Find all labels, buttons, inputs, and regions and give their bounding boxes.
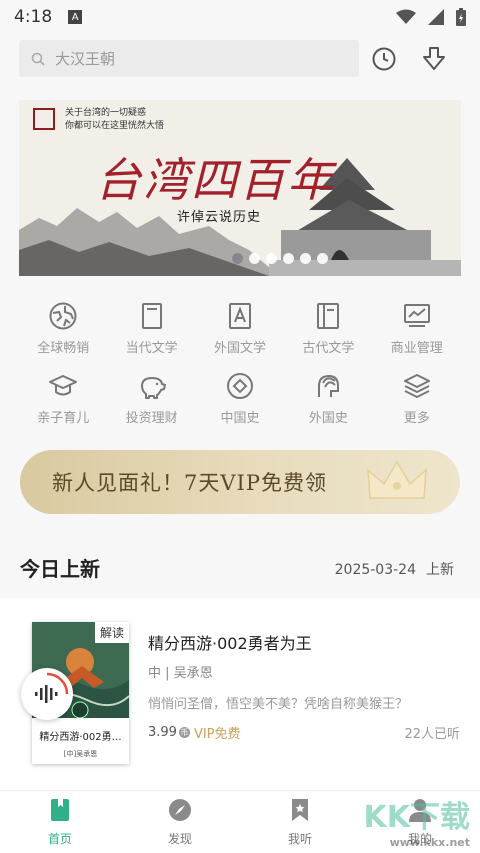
nav-item[interactable]: 我听 [240, 791, 360, 853]
book-author: 中 | 吴承恩 [148, 666, 213, 681]
battery-icon [456, 8, 466, 26]
category-label: 亲子育儿 [37, 411, 90, 426]
watermark-text: KK下载 [363, 800, 471, 835]
cover-title: 精分西游·002勇… [39, 732, 122, 743]
bookmark-icon [289, 798, 311, 826]
banner-dot[interactable] [249, 253, 260, 264]
category-label: 更多 [403, 411, 430, 426]
coin-icon: 币 [178, 727, 190, 738]
layers-icon [401, 370, 433, 402]
watermark: KK下载 www.kkx.net [364, 792, 471, 849]
signal-icon [428, 9, 444, 25]
letter-a-book-icon [224, 300, 256, 332]
status-bar: 4:18 A [0, 0, 480, 34]
section-title: 今日上新 [20, 557, 100, 581]
history-button[interactable] [369, 44, 399, 74]
category-label: 商业管理 [390, 341, 443, 356]
listen-count: 22人已听 [404, 727, 460, 742]
category-label: 外国史 [308, 411, 348, 426]
banner-tagline-1: 关于台湾的一切疑惑 [65, 108, 147, 118]
banner-dot[interactable] [266, 253, 277, 264]
category-item[interactable]: 投资理财 [107, 370, 195, 426]
globe-icon [47, 300, 79, 332]
category-item[interactable]: 商业管理 [373, 300, 461, 356]
banner-title: 台湾四百年 [95, 153, 335, 207]
floating-player-button[interactable] [21, 668, 73, 720]
banner-tagline-2: 你都可以在这里恍然大悟 [65, 121, 165, 131]
vip-free-label: VIP免费 [193, 727, 241, 742]
nav-label: 我听 [287, 831, 312, 846]
category-label: 古代文学 [302, 341, 355, 356]
category-item[interactable]: 亲子育儿 [19, 370, 107, 426]
category-item[interactable]: 古代文学 [284, 300, 372, 356]
search-input[interactable]: 大汉王朝 [19, 40, 359, 77]
cover-tag: 解读 [94, 622, 129, 643]
category-item[interactable]: 外国史 [284, 370, 372, 426]
cover-author: [中]吴承恩 [63, 750, 98, 758]
category-label: 当代文学 [125, 341, 178, 356]
download-icon [423, 47, 445, 70]
section-date-suffix: 上新 [426, 562, 454, 578]
nav-item[interactable]: 发现 [120, 791, 240, 853]
chart-monitor-icon [401, 300, 433, 332]
section-date: 2025-03-24 上新 [335, 559, 454, 579]
book-title[interactable]: 精分西游·002勇者为王 [148, 630, 312, 654]
clock-icon [372, 47, 396, 71]
promo-banner[interactable]: 关于台湾的一切疑惑 你都可以在这里恍然大悟 台湾四百年 许倬云说历史 [19, 100, 461, 276]
crown-icon [367, 460, 427, 499]
banner-dot[interactable] [300, 253, 311, 264]
banner-pagination [19, 253, 461, 264]
category-item[interactable]: 全球畅销 [19, 300, 107, 356]
wifi-icon [396, 9, 416, 24]
book-description: 悄悄问圣僧，悟空美不美？凭啥自称美猴王？ [148, 697, 409, 712]
category-item[interactable]: 当代文学 [107, 300, 195, 356]
book-icon [136, 300, 168, 332]
spartan-helmet-icon [312, 370, 344, 402]
search-placeholder: 大汉王朝 [55, 50, 116, 68]
category-label: 外国文学 [213, 341, 266, 356]
scroll-book-icon [312, 300, 344, 332]
category-item[interactable]: 外国文学 [196, 300, 284, 356]
category-grid: 全球畅销 当代文学 外国文学 古代文学 商业管理 亲子育儿 投资理财 中国史 外… [19, 300, 461, 426]
nav-label: 首页 [47, 831, 72, 846]
book-price: 3.99 币 VIP免费 [148, 723, 241, 742]
nav-label: 发现 [167, 831, 192, 846]
watermark-url: www.kkx.net [389, 836, 470, 849]
player-progress-ring [46, 672, 69, 695]
category-label: 投资理财 [125, 411, 178, 426]
category-label: 全球畅销 [37, 341, 90, 356]
piggy-bank-icon [136, 370, 168, 402]
banner-dot[interactable] [283, 253, 294, 264]
price-value: 3.99 [148, 725, 177, 740]
category-item[interactable]: 中国史 [196, 370, 284, 426]
section-date-value: 2025-03-24 [334, 562, 416, 578]
banner-frame-icon [33, 108, 55, 130]
vip-promo-text: 新人见面礼！7天VIP免费领 [52, 471, 327, 495]
status-time: 4:18 [14, 7, 53, 27]
search-icon [31, 52, 45, 66]
download-button[interactable] [419, 44, 449, 74]
graduation-cap-icon [47, 370, 79, 402]
banner-dot[interactable] [232, 253, 243, 264]
category-item[interactable]: 更多 [373, 370, 461, 426]
nav-item[interactable]: 首页 [0, 791, 120, 853]
sim-notification-icon: A [68, 10, 83, 24]
banner-subtitle: 许倬云说历史 [177, 210, 262, 225]
vip-promo-button[interactable]: 新人见面礼！7天VIP免费领 [20, 450, 460, 514]
compass-icon [168, 798, 192, 826]
banner-tagline: 关于台湾的一切疑惑 你都可以在这里恍然大悟 [65, 107, 164, 133]
home-book-icon [49, 798, 71, 826]
category-label: 中国史 [220, 411, 260, 426]
ancient-coin-icon [224, 370, 256, 402]
banner-dot[interactable] [317, 253, 328, 264]
